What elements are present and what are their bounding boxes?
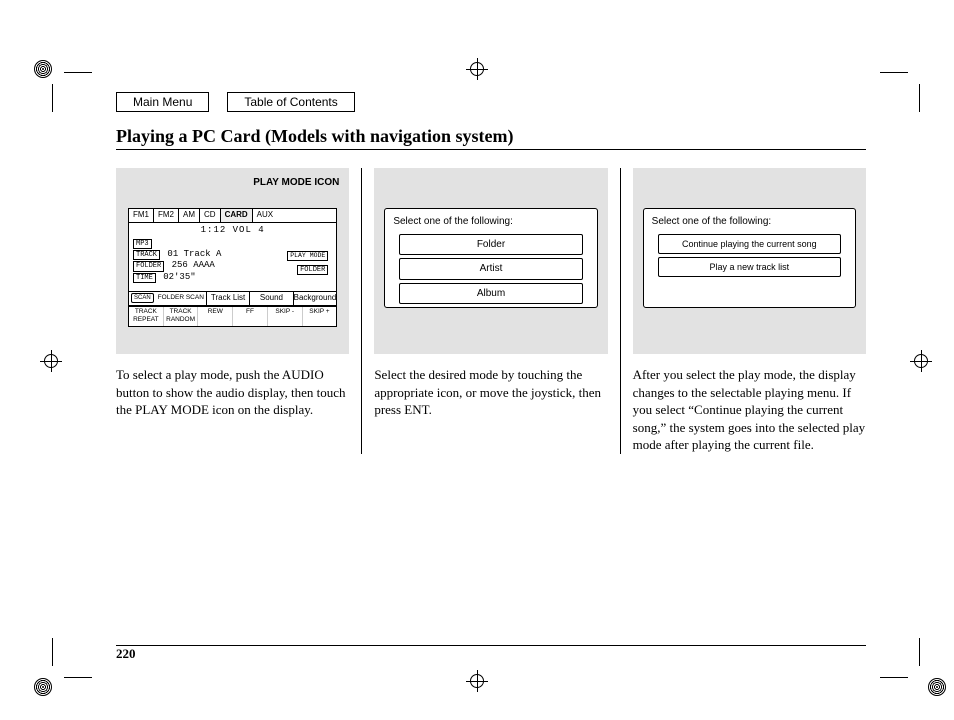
track-list-button[interactable]: Track List xyxy=(207,292,250,305)
page-nav: Main Menu Table of Contents xyxy=(116,92,866,112)
sound-button[interactable]: Sound xyxy=(250,292,293,305)
folder-button[interactable]: FOLDER xyxy=(297,265,328,275)
folder-label: FOLDER xyxy=(133,261,164,271)
screenshot-audio-unit: PLAY MODE ICON FM1 FM2 AM CD CARD AUX 1:… xyxy=(116,168,349,354)
folder-scan-label: FOLDER SCAN xyxy=(156,294,206,303)
mode-menu: Select one of the following: Folder Arti… xyxy=(384,208,597,308)
audio-display: FM1 FM2 AM CD CARD AUX 1:12 VOL 4 MP3 xyxy=(128,208,337,327)
play-choice-menu: Select one of the following: Continue pl… xyxy=(643,208,856,308)
mode-folder[interactable]: Folder xyxy=(399,234,582,256)
column-1: PLAY MODE ICON FM1 FM2 AM CD CARD AUX 1:… xyxy=(116,168,361,454)
elapsed-value: 02'35" xyxy=(163,272,195,282)
columns: PLAY MODE ICON FM1 FM2 AM CD CARD AUX 1:… xyxy=(116,168,866,454)
tab-card[interactable]: CARD xyxy=(221,209,253,222)
col3-text: After you select the play mode, the disp… xyxy=(633,366,866,454)
choice-new-list[interactable]: Play a new track list xyxy=(658,257,841,277)
mode-artist[interactable]: Artist xyxy=(399,258,582,280)
play-mode-icon-label: PLAY MODE ICON xyxy=(253,176,339,190)
page-title: Playing a PC Card (Models with navigatio… xyxy=(116,126,866,147)
btn-skip-next[interactable]: SKIP + xyxy=(303,307,337,327)
column-3: Select one of the following: Continue pl… xyxy=(620,168,866,454)
mode-album[interactable]: Album xyxy=(399,283,582,305)
btn-track-repeat[interactable]: TRACK REPEAT xyxy=(129,307,164,327)
track-value: 01 Track A xyxy=(167,249,221,259)
choice-continue[interactable]: Continue playing the current song xyxy=(658,234,841,254)
clock-volume: 1:12 VOL 4 xyxy=(133,225,332,236)
mp3-badge: MP3 xyxy=(133,239,152,249)
page-number: 220 xyxy=(116,646,136,662)
tab-cd[interactable]: CD xyxy=(200,209,221,222)
time-label: TIME xyxy=(133,273,156,283)
hard-buttons: TRACK REPEAT TRACK RANDOM REW FF SKIP - … xyxy=(129,306,336,327)
source-tabs: FM1 FM2 AM CD CARD AUX xyxy=(129,209,336,223)
play-choice-title: Select one of the following: xyxy=(652,215,847,229)
mode-menu-title: Select one of the following: xyxy=(393,215,588,229)
btn-rew[interactable]: REW xyxy=(198,307,233,327)
manual-page: Main Menu Table of Contents Playing a PC… xyxy=(116,92,866,656)
screenshot-select-mode: Select one of the following: Folder Arti… xyxy=(374,168,607,354)
footer-rule xyxy=(116,645,866,646)
btn-ff[interactable]: FF xyxy=(233,307,268,327)
tab-aux[interactable]: AUX xyxy=(253,209,277,222)
track-label: TRACK xyxy=(133,250,160,260)
play-mode-button[interactable]: PLAY MODE xyxy=(287,251,328,262)
toc-link[interactable]: Table of Contents xyxy=(227,92,354,112)
tab-am[interactable]: AM xyxy=(179,209,200,222)
background-button[interactable]: Background xyxy=(294,292,337,305)
tab-fm1[interactable]: FM1 xyxy=(129,209,154,222)
title-rule xyxy=(116,149,866,150)
tab-fm2[interactable]: FM2 xyxy=(154,209,179,222)
btn-skip-prev[interactable]: SKIP - xyxy=(268,307,303,327)
screenshot-play-choice: Select one of the following: Continue pl… xyxy=(633,168,866,354)
scan-badge: SCAN xyxy=(131,293,154,303)
main-menu-link[interactable]: Main Menu xyxy=(116,92,209,112)
folder-value: 256 AAAA xyxy=(172,260,215,270)
col1-text: To select a play mode, push the AUDIO bu… xyxy=(116,366,349,419)
column-2: Select one of the following: Folder Arti… xyxy=(361,168,619,454)
col2-text: Select the desired mode by touching the … xyxy=(374,366,607,419)
btn-track-random[interactable]: TRACK RANDOM xyxy=(164,307,199,327)
